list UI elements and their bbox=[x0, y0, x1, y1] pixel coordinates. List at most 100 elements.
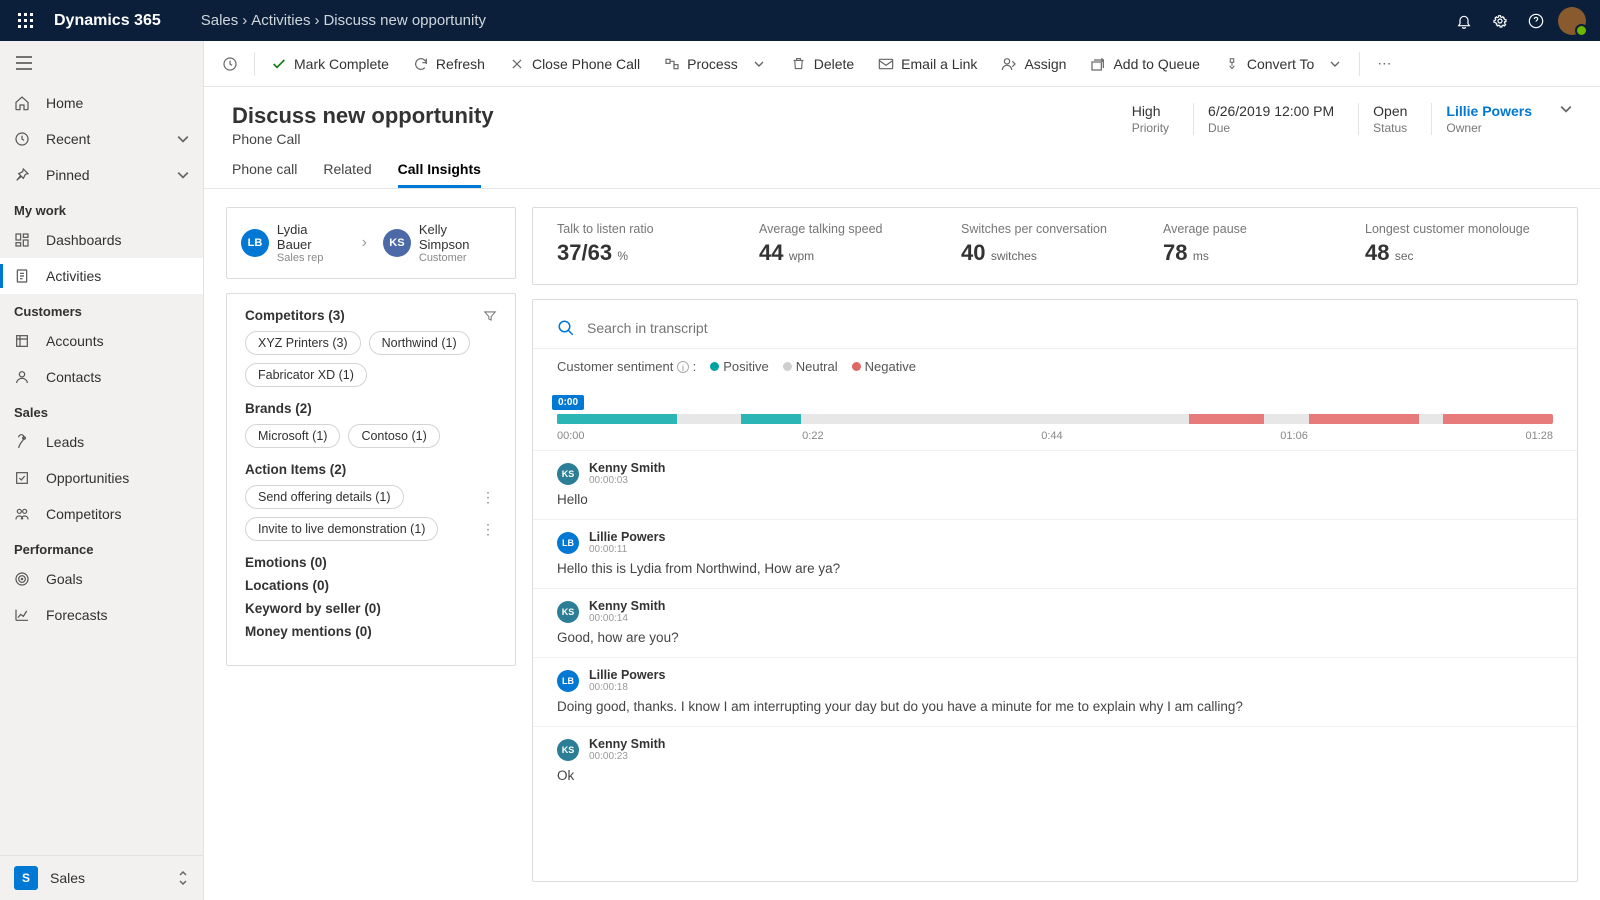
avatar: KS bbox=[383, 229, 411, 257]
help-icon[interactable] bbox=[1518, 3, 1554, 39]
pinned-icon bbox=[14, 167, 30, 183]
page-title: Discuss new opportunity bbox=[232, 103, 494, 129]
avatar: LB bbox=[557, 670, 579, 692]
avatar: LB bbox=[241, 229, 269, 257]
insight-section-header: Action Items (2) bbox=[245, 462, 497, 477]
opportunities-icon bbox=[14, 470, 30, 486]
tab-phone-call[interactable]: Phone call bbox=[232, 161, 297, 188]
settings-icon[interactable] bbox=[1482, 3, 1518, 39]
sidebar-item-accounts[interactable]: Accounts bbox=[0, 323, 203, 359]
convert-icon bbox=[1224, 56, 1240, 72]
chip[interactable]: Microsoft (1) bbox=[245, 424, 340, 448]
email-link-button[interactable]: Email a Link bbox=[868, 47, 987, 81]
forecasts-icon bbox=[14, 607, 30, 623]
hamburger-icon[interactable] bbox=[0, 41, 203, 85]
history-button[interactable] bbox=[212, 47, 248, 81]
sentiment-segment bbox=[1189, 414, 1264, 424]
sentiment-segment bbox=[557, 414, 592, 424]
sentiment-timeline[interactable] bbox=[557, 414, 1553, 424]
arrow-right-icon: › bbox=[362, 234, 367, 252]
sidebar-group: Customers bbox=[0, 294, 203, 323]
info-icon[interactable]: i bbox=[677, 361, 689, 373]
accounts-icon bbox=[14, 333, 30, 349]
competitors-icon bbox=[14, 506, 30, 522]
more-icon[interactable]: ⋮ bbox=[479, 521, 497, 538]
updown-icon bbox=[177, 870, 189, 886]
user-avatar[interactable] bbox=[1554, 3, 1590, 39]
contacts-icon bbox=[14, 369, 30, 385]
chip[interactable]: Fabricator XD (1) bbox=[245, 363, 367, 387]
breadcrumb-item[interactable]: Activities bbox=[251, 12, 310, 29]
chevron-down-icon bbox=[1327, 56, 1343, 72]
mark-complete-button[interactable]: Mark Complete bbox=[261, 47, 399, 81]
sidebar-item-pinned[interactable]: Pinned bbox=[0, 157, 203, 193]
transcript-message: LBLillie Powers00:00:11Hello this is Lyd… bbox=[533, 519, 1577, 588]
filter-icon[interactable] bbox=[483, 309, 497, 323]
chevron-down-icon[interactable] bbox=[1556, 103, 1572, 115]
tab-related[interactable]: Related bbox=[323, 161, 371, 188]
app-launcher-icon[interactable] bbox=[10, 5, 42, 37]
notifications-icon[interactable] bbox=[1446, 3, 1482, 39]
transcript-search-input[interactable] bbox=[587, 314, 1007, 342]
chip[interactable]: Contoso (1) bbox=[348, 424, 439, 448]
add-queue-button[interactable]: Add to Queue bbox=[1080, 47, 1209, 81]
area-initial: S bbox=[14, 866, 38, 890]
delete-button[interactable]: Delete bbox=[781, 47, 864, 81]
refresh-button[interactable]: Refresh bbox=[403, 47, 495, 81]
tab-call-insights[interactable]: Call Insights bbox=[398, 161, 481, 188]
trash-icon bbox=[791, 56, 807, 72]
area-label: Sales bbox=[50, 870, 85, 886]
sidebar-item-dashboards[interactable]: Dashboards bbox=[0, 222, 203, 258]
sidebar-item-leads[interactable]: Leads bbox=[0, 424, 203, 460]
stats-card: Talk to listen ratio37/63 %Average talki… bbox=[532, 207, 1578, 285]
assign-icon bbox=[1001, 56, 1017, 72]
chip[interactable]: XYZ Printers (3) bbox=[245, 331, 361, 355]
convert-button[interactable]: Convert To bbox=[1214, 47, 1353, 81]
sidebar-item-forecasts[interactable]: Forecasts bbox=[0, 597, 203, 633]
app-name: Dynamics 365 bbox=[54, 12, 161, 30]
avatar: KS bbox=[557, 463, 579, 485]
header-image-placeholder bbox=[844, 103, 929, 131]
sidebar-item-competitors[interactable]: Competitors bbox=[0, 496, 203, 532]
sentiment-segment bbox=[1443, 414, 1553, 424]
transcript-message: LBLillie Powers00:00:18Doing good, thank… bbox=[533, 657, 1577, 726]
close-icon bbox=[509, 56, 525, 72]
header-field: OpenStatus bbox=[1358, 103, 1421, 135]
transcript-message: KSKenny Smith00:00:14Good, how are you? bbox=[533, 588, 1577, 657]
process-button[interactable]: Process bbox=[654, 47, 777, 81]
breadcrumb-item[interactable]: Sales bbox=[201, 12, 239, 29]
sentiment-legend: Customer sentiment i : Positive Neutral … bbox=[557, 359, 1553, 374]
header-field: HighPriority bbox=[1118, 103, 1183, 135]
stat: Talk to listen ratio37/63 % bbox=[557, 222, 745, 266]
sidebar-item-goals[interactable]: Goals bbox=[0, 561, 203, 597]
search-icon bbox=[557, 319, 575, 337]
participant-to: KS Kelly SimpsonCustomer bbox=[383, 222, 501, 264]
stat: Switches per conversation40 switches bbox=[961, 222, 1149, 266]
sidebar-item-activities[interactable]: Activities bbox=[0, 258, 203, 294]
area-switcher[interactable]: S Sales bbox=[0, 856, 203, 900]
participant-from: LB Lydia BauerSales rep bbox=[241, 222, 346, 264]
avatar: KS bbox=[557, 601, 579, 623]
insight-section-header: Brands (2) bbox=[245, 401, 497, 416]
chip[interactable]: Northwind (1) bbox=[369, 331, 470, 355]
more-icon[interactable]: ⋮ bbox=[479, 489, 497, 506]
recent-icon bbox=[14, 131, 30, 147]
assign-button[interactable]: Assign bbox=[991, 47, 1076, 81]
process-icon bbox=[664, 56, 680, 72]
sidebar-item-opportunities[interactable]: Opportunities bbox=[0, 460, 203, 496]
history-icon bbox=[222, 56, 238, 72]
chip[interactable]: Send offering details (1) bbox=[245, 485, 404, 509]
header-field: Lillie PowersOwner bbox=[1431, 103, 1546, 135]
sentiment-segment bbox=[741, 414, 801, 424]
email-icon bbox=[878, 56, 894, 72]
sentiment-segment bbox=[592, 414, 677, 424]
sidebar-item-recent[interactable]: Recent bbox=[0, 121, 203, 157]
main: Mark Complete Refresh Close Phone Call P… bbox=[204, 41, 1600, 900]
more-commands-button[interactable]: ⋯ bbox=[1366, 47, 1402, 81]
sidebar-item-contacts[interactable]: Contacts bbox=[0, 359, 203, 395]
chip[interactable]: Invite to live demonstration (1) bbox=[245, 517, 438, 541]
sidebar-item-home[interactable]: Home bbox=[0, 85, 203, 121]
close-call-button[interactable]: Close Phone Call bbox=[499, 47, 650, 81]
breadcrumb-item[interactable]: Discuss new opportunity bbox=[323, 12, 486, 29]
header-field: 6/26/2019 12:00 PMDue bbox=[1193, 103, 1348, 135]
